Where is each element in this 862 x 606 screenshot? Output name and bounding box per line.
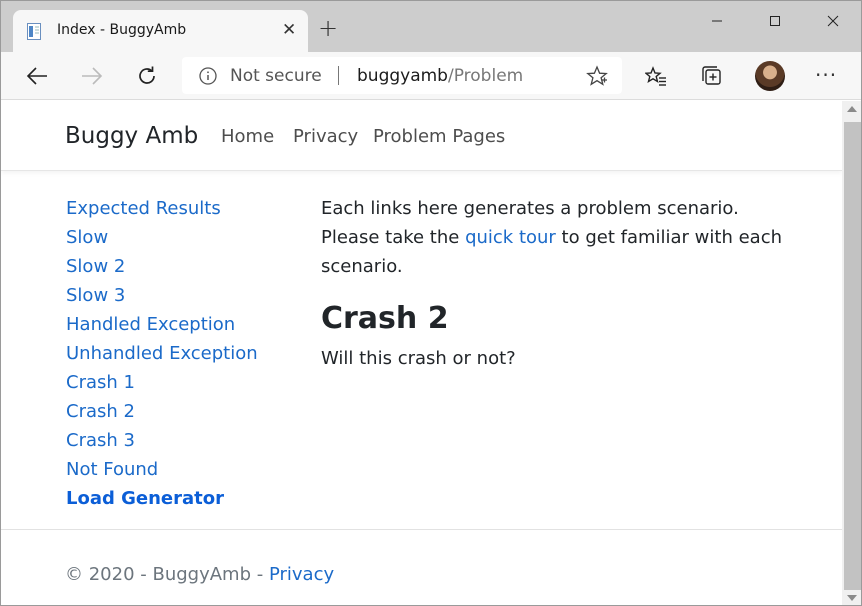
sidebar-link-expected-results[interactable]: Expected Results — [66, 194, 296, 223]
sidebar-link-unhandled-exception[interactable]: Unhandled Exception — [66, 339, 296, 368]
minimize-icon[interactable] — [694, 7, 740, 35]
address-bar[interactable]: Not secure buggyamb/Problem — [182, 57, 622, 94]
page-viewport: Buggy Amb Home Privacy Problem Pages Exp… — [1, 101, 842, 605]
tab-close-icon[interactable]: ✕ — [282, 22, 296, 39]
not-secure-label: Not secure — [230, 66, 322, 86]
footer-privacy-link[interactable]: Privacy — [269, 564, 334, 585]
sidebar-link-slow-3[interactable]: Slow 3 — [66, 281, 296, 310]
scroll-up-arrow-icon[interactable] — [847, 106, 857, 112]
browser-toolbar: Not secure buggyamb/Problem ··· — [1, 52, 861, 100]
address-separator — [338, 66, 339, 85]
profile-avatar[interactable] — [755, 61, 785, 91]
footer-text: © 2020 - BuggyAmb - Privacy — [65, 564, 334, 585]
back-arrow-icon[interactable] — [23, 62, 51, 90]
page-favicon-icon — [27, 23, 41, 40]
sidebar-link-slow[interactable]: Slow — [66, 223, 296, 252]
nav-privacy-link[interactable]: Privacy — [293, 126, 358, 147]
sidebar-link-not-found[interactable]: Not Found — [66, 455, 296, 484]
scrollbar-thumb[interactable] — [844, 122, 861, 590]
footer-copyright: © 2020 - BuggyAmb - — [65, 564, 269, 585]
info-icon[interactable] — [199, 67, 217, 85]
sidebar-link-crash-2[interactable]: Crash 2 — [66, 397, 296, 426]
nav-problem-pages-link[interactable]: Problem Pages — [373, 126, 505, 147]
add-favorite-star-icon[interactable] — [586, 65, 608, 87]
site-navbar: Buggy Amb Home Privacy Problem Pages — [1, 101, 842, 171]
intro-paragraph: Each links here generates a problem scen… — [321, 194, 791, 281]
tab-title: Index - BuggyAmb — [57, 22, 187, 38]
vertical-scrollbar[interactable] — [842, 101, 861, 605]
sidebar-link-crash-1[interactable]: Crash 1 — [66, 368, 296, 397]
forward-arrow-icon[interactable] — [78, 62, 106, 90]
tab-strip: Index - BuggyAmb ✕ + — [1, 1, 861, 52]
url-text: buggyamb/Problem — [357, 66, 523, 86]
nav-home-link[interactable]: Home — [221, 126, 274, 147]
quick-tour-link[interactable]: quick tour — [465, 227, 556, 248]
sidebar-link-handled-exception[interactable]: Handled Exception — [66, 310, 296, 339]
new-tab-icon[interactable]: + — [318, 16, 338, 40]
problem-sidebar: Expected Results Slow Slow 2 Slow 3 Hand… — [66, 194, 296, 513]
more-options-icon[interactable]: ··· — [815, 63, 837, 87]
main-content: Each links here generates a problem scen… — [321, 194, 791, 373]
site-brand-link[interactable]: Buggy Amb — [65, 123, 198, 149]
reload-icon[interactable] — [133, 62, 161, 90]
site-footer: © 2020 - BuggyAmb - Privacy — [1, 529, 842, 605]
scroll-down-arrow-icon[interactable] — [847, 595, 857, 601]
url-host: buggyamb — [357, 66, 448, 86]
window-close-icon[interactable] — [810, 7, 856, 35]
question-text: Will this crash or not? — [321, 348, 516, 369]
browser-window: Index - BuggyAmb ✕ + Not secure buggyamb… — [0, 0, 862, 606]
page-title: Crash 2 — [321, 301, 449, 336]
sidebar-link-crash-3[interactable]: Crash 3 — [66, 426, 296, 455]
sidebar-link-slow-2[interactable]: Slow 2 — [66, 252, 296, 281]
url-path: /Problem — [447, 66, 524, 86]
sidebar-link-load-generator[interactable]: Load Generator — [66, 484, 296, 513]
maximize-icon[interactable] — [752, 7, 798, 35]
collections-icon[interactable] — [700, 64, 724, 88]
favorites-list-icon[interactable] — [644, 64, 668, 88]
browser-tab[interactable]: Index - BuggyAmb ✕ — [13, 10, 308, 52]
